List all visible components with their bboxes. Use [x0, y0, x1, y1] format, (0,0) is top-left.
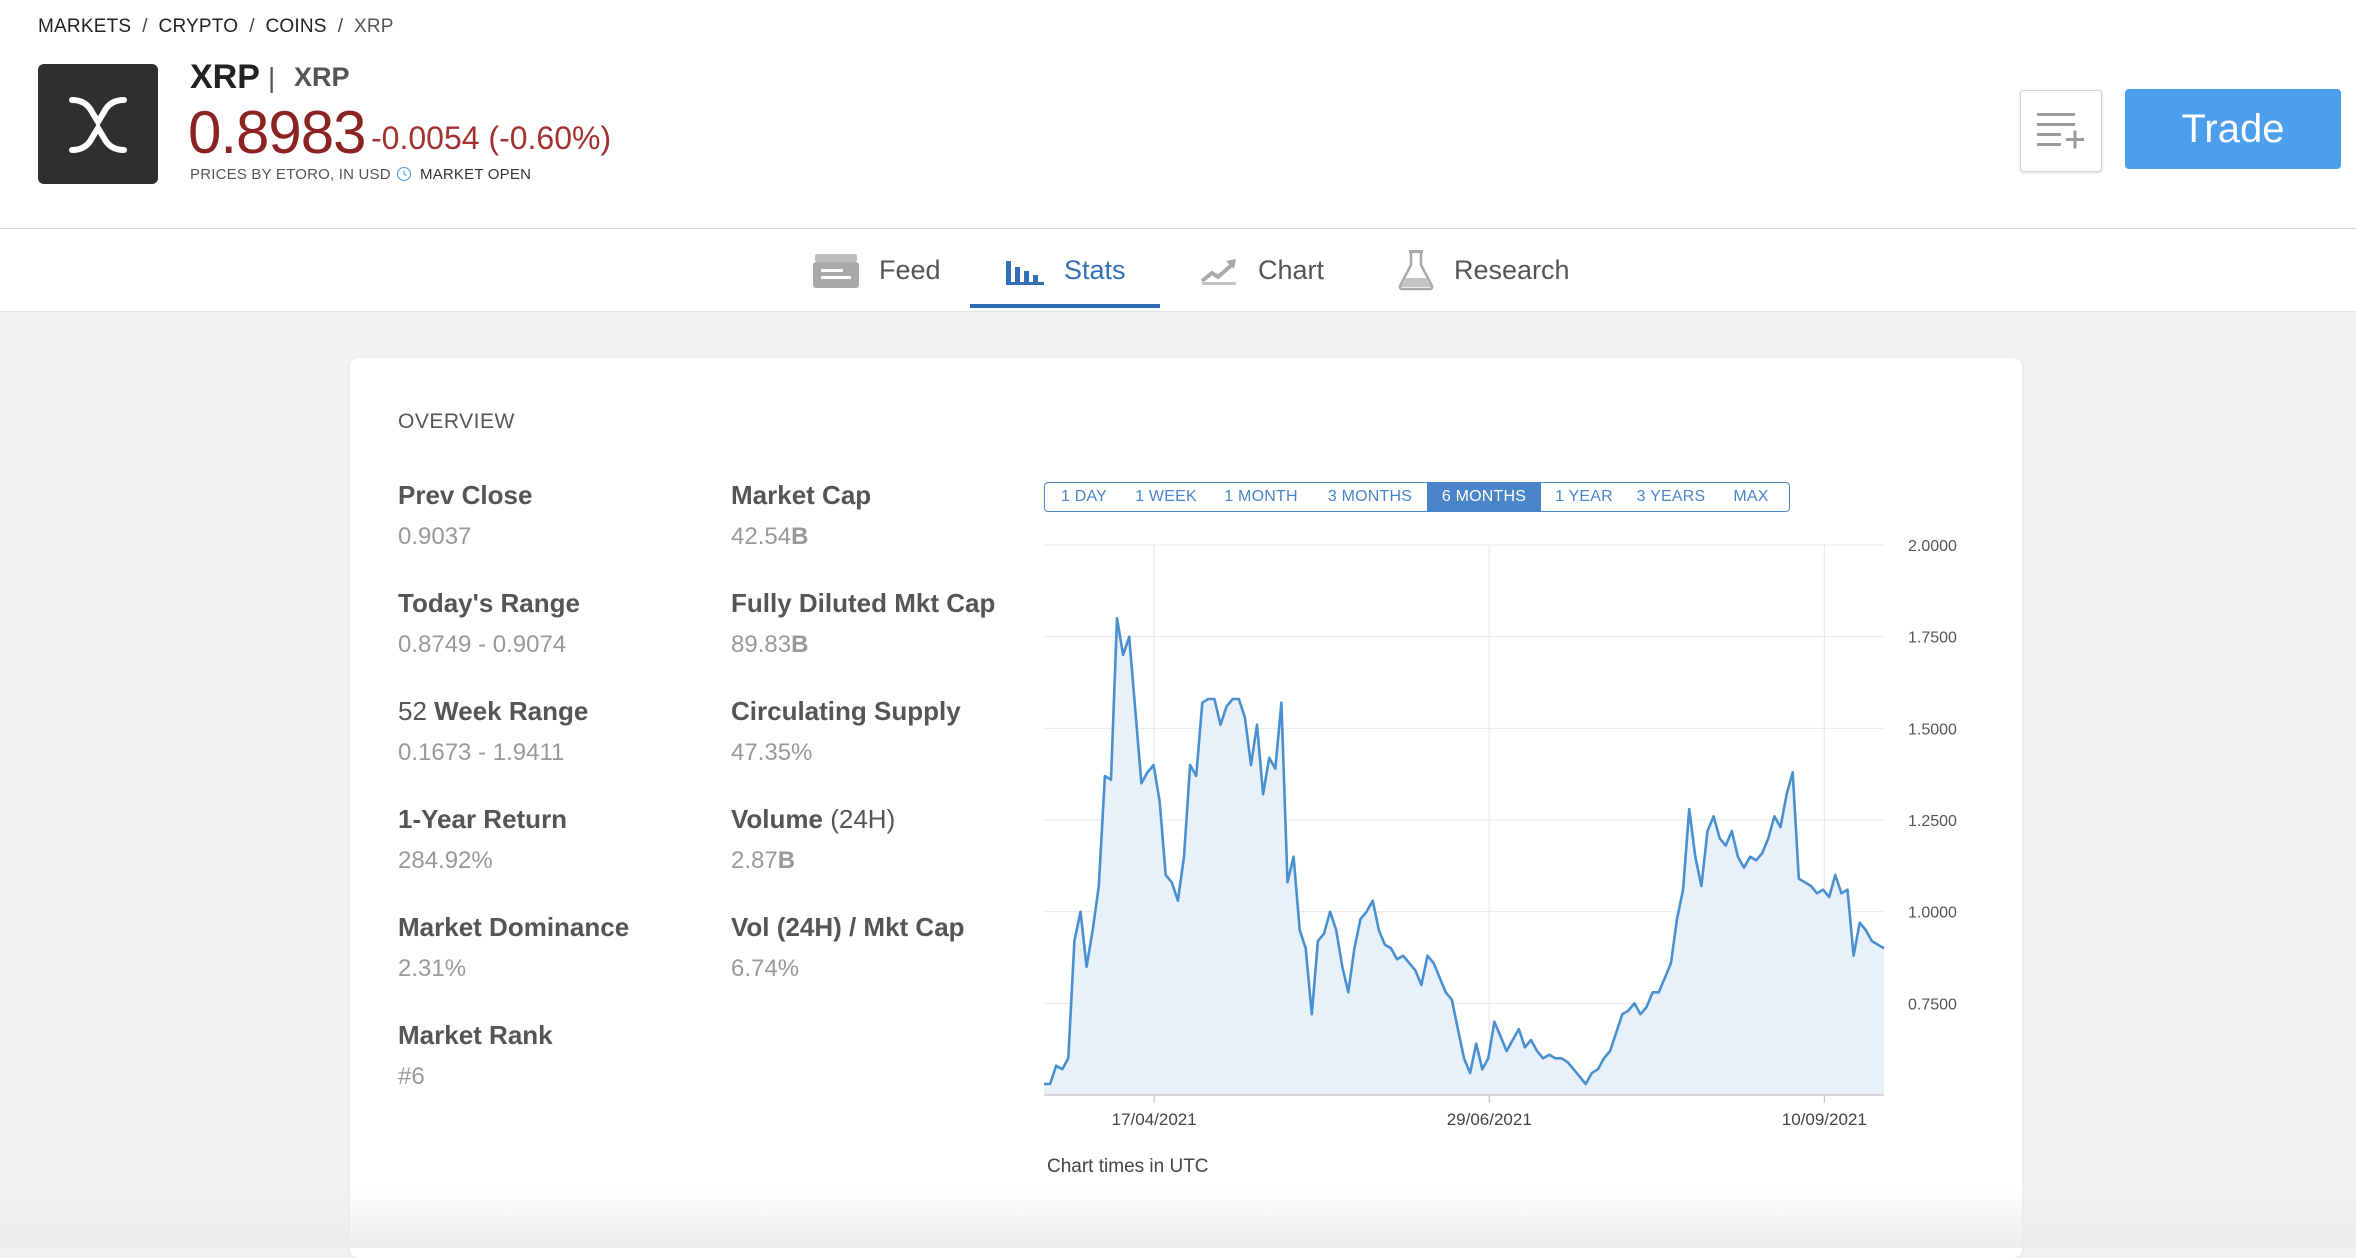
x-tick-label: 17/04/2021: [1112, 1110, 1197, 1129]
instrument-symbol: XRP: [294, 62, 350, 92]
breadcrumb-separator: /: [337, 16, 343, 37]
chart-icon: [1200, 255, 1238, 285]
feed-icon: [813, 250, 859, 290]
breadcrumb-crypto[interactable]: CRYPTO: [159, 16, 239, 38]
y-tick-label: 1.7500: [1908, 630, 1957, 647]
price-change: -0.0054 (-0.60%): [371, 120, 612, 156]
market-status: MARKET OPEN: [420, 166, 532, 183]
tab-label: Research: [1454, 254, 1570, 285]
tab-stats[interactable]: Stats: [1006, 229, 1126, 311]
x-tick-label: 10/09/2021: [1782, 1110, 1867, 1129]
y-tick-label: 0.7500: [1908, 996, 1957, 1013]
y-tick-label: 2.0000: [1908, 538, 1957, 555]
y-tick-label: 1.5000: [1908, 721, 1957, 738]
breadcrumb-separator: /: [249, 16, 255, 37]
breadcrumb-separator: /: [142, 16, 148, 37]
trade-button[interactable]: Trade: [2125, 89, 2341, 169]
price-source: PRICES BY ETORO, IN USD: [190, 166, 391, 183]
instrument-name: XRP: [190, 58, 260, 96]
tab-label: Stats: [1064, 254, 1126, 285]
tab-chart[interactable]: Chart: [1200, 229, 1324, 311]
breadcrumb-markets[interactable]: MARKETS: [38, 16, 131, 38]
price-chart[interactable]: 2.0000 1.7500 1.5000 1.2500 1.0000 0.7500 17/0…: [350, 358, 2022, 1238]
chart-timezone-note: Chart times in UTC: [1047, 1156, 1209, 1177]
research-icon: [1398, 249, 1434, 291]
y-tick-label: 1.2500: [1908, 813, 1957, 830]
x-tick-label: 29/06/2021: [1447, 1110, 1532, 1129]
clock-icon: [396, 166, 412, 182]
y-tick-label: 1.0000: [1908, 905, 1957, 922]
current-price: 0.8983: [188, 99, 367, 166]
breadcrumb: MARKETS / CRYPTO / COINS / XRP: [38, 16, 394, 38]
tab-label: Chart: [1258, 254, 1325, 285]
xrp-logo: [38, 64, 158, 184]
tab-label: Feed: [879, 254, 941, 285]
tab-bar: Feed Stats Chart Research: [0, 229, 2356, 312]
title-divider: |: [268, 62, 276, 93]
overview-card: OVERVIEW Prev Close 0.9037 Today's Range…: [350, 358, 2022, 1258]
breadcrumb-current: XRP: [353, 16, 394, 37]
tab-research[interactable]: Research: [1398, 229, 1570, 311]
add-to-watchlist-button[interactable]: [2020, 90, 2102, 172]
instrument-header: MARKETS / CRYPTO / COINS / XRP XRP | XRP…: [0, 0, 2356, 228]
breadcrumb-coins[interactable]: COINS: [266, 16, 327, 38]
stats-icon: [1006, 255, 1044, 285]
tab-feed[interactable]: Feed: [813, 229, 941, 311]
active-tab-indicator: [970, 304, 1160, 308]
add-to-watchlist-icon: [2037, 113, 2084, 149]
